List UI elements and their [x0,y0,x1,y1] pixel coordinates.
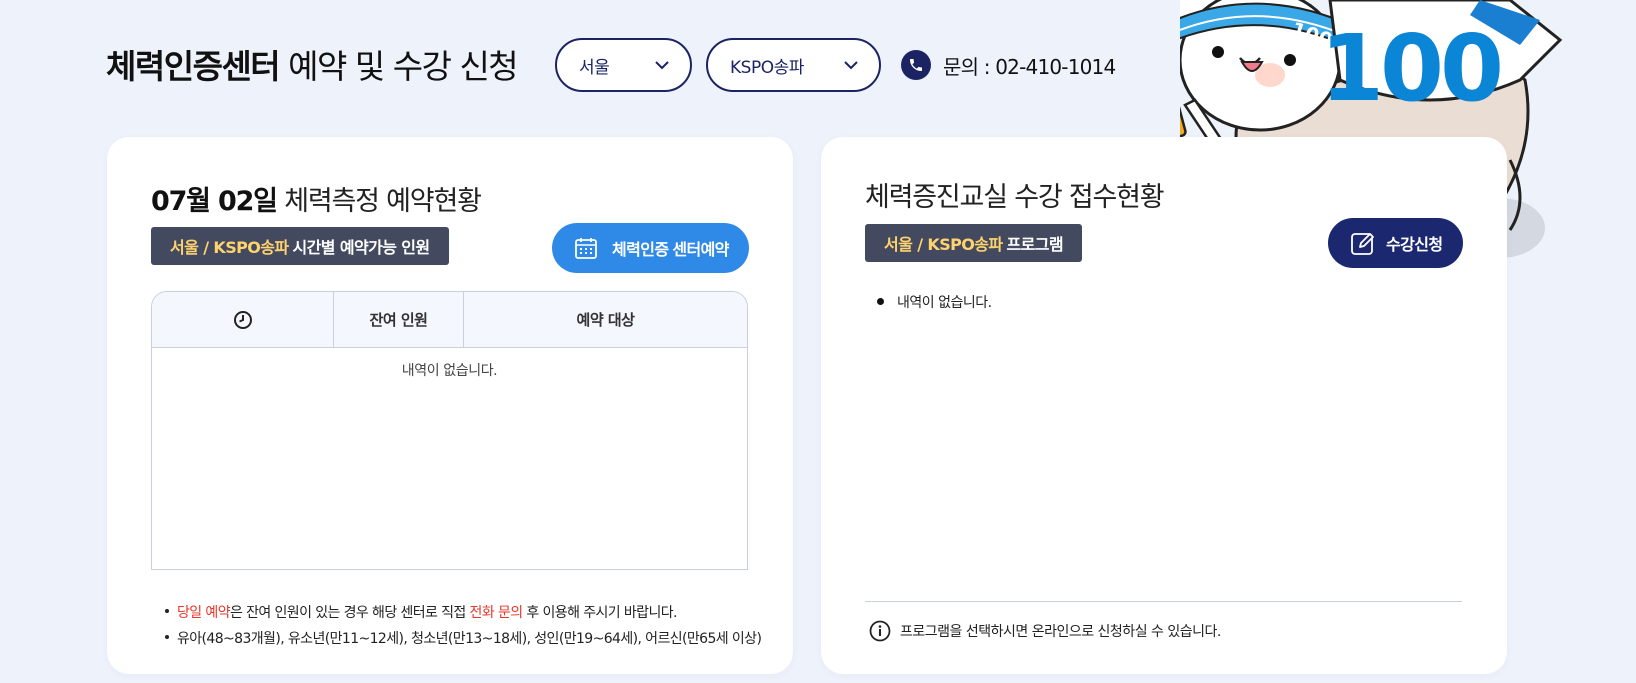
class-info-text: 프로그램을 선택하시면 온라인으로 신청하실 수 있습니다. [900,624,1221,640]
class-info: 프로그램을 선택하시면 온라인으로 신청하실 수 있습니다. [869,620,1221,642]
page-title-rest: 예약 및 수강 신청 [288,47,519,86]
region-select[interactable]: 서울 [555,38,692,92]
fitness-reservation-panel: 07월 02일 체력측정 예약현황 서울 / KSPO송파 시간별 예약가능 인… [107,137,793,674]
table-header: 잔여 인원 예약 대상 [152,292,747,348]
list-item: 내역이 없습니다. [877,292,992,312]
class-apply-button[interactable]: 수강신청 [1328,218,1463,268]
reservation-notes: 당일 예약은 잔여 인원이 있는 경우 해당 센터로 직접 전화 문의 후 이용… [165,602,762,654]
reservation-location-tag: 서울 / KSPO송파 시간별 예약가능 인원 [151,227,449,265]
tag-label: 시간별 예약가능 인원 [292,238,431,257]
col-remaining: 잔여 인원 [334,292,464,347]
class-location-tag: 서울 / KSPO송파 프로그램 [865,224,1082,262]
note-mid: 은 잔여 인원이 있는 경우 해당 센터로 직접 [229,605,470,621]
page-header: 체력인증센터 예약 및 수강 신청 서울 KSPO송파 문의 : 02-410-… [106,36,1116,92]
col-target: 예약 대상 [576,311,635,329]
tag-label: 프로그램 [1006,235,1064,254]
center-select-value: KSPO송파 [730,57,804,78]
page-title-bold: 체력인증센터 [106,47,281,86]
tag-location: 서울 / KSPO송파 [884,235,1003,254]
inquiry-text: 문의 : 02-410-1014 [943,54,1116,79]
shirt-number: 100 [1320,15,1500,122]
note-same-day: 당일 예약은 잔여 인원이 있는 경우 해당 센터로 직접 전화 문의 후 이용… [165,602,761,622]
class-apply-label: 수강신청 [1386,237,1443,254]
center-select[interactable]: KSPO송파 [706,38,881,92]
info-icon [869,620,891,642]
phone-icon [901,50,931,80]
note-red-phone: 전화 문의 [469,605,524,621]
class-title: 체력증진교실 수강 접수현황 [865,182,1165,213]
reservation-title-text: 체력측정 예약현황 [284,186,482,217]
inquiry-phone: 문의 : 02-410-1014 [901,50,1116,80]
calendar-icon [575,238,597,259]
tag-location: 서울 / KSPO송파 [170,238,289,257]
reservation-table: 잔여 인원 예약 대상 내역이 없습니다. [151,291,748,570]
divider [865,601,1462,602]
note-age-groups: 유아(48~83개월), 유소년(만11~12세), 청소년(만13~18세),… [165,628,762,648]
chevron-down-icon [844,61,858,70]
fitness-class-panel: 체력증진교실 수강 접수현황 서울 / KSPO송파 프로그램 수강신청 내역이… [821,137,1507,674]
edit-icon [1351,233,1374,255]
note-red-same-day: 당일 예약 [177,605,231,621]
page-title: 체력인증센터 예약 및 수강 신청 [106,40,519,88]
reservation-date: 07월 02일 [151,186,278,217]
reservation-title: 07월 02일 체력측정 예약현황 [151,179,482,218]
center-reservation-button[interactable]: 체력인증 센터예약 [552,223,749,273]
class-list: 내역이 없습니다. [877,292,992,312]
center-reservation-label: 체력인증 센터예약 [612,242,729,259]
chevron-down-icon [655,61,669,70]
col-time [152,292,334,347]
region-select-value: 서울 [579,57,610,78]
table-empty-message: 내역이 없습니다. [401,363,498,379]
clock-icon [233,310,252,329]
note-end: 후 이용해 주시기 바랍니다. [522,605,677,621]
